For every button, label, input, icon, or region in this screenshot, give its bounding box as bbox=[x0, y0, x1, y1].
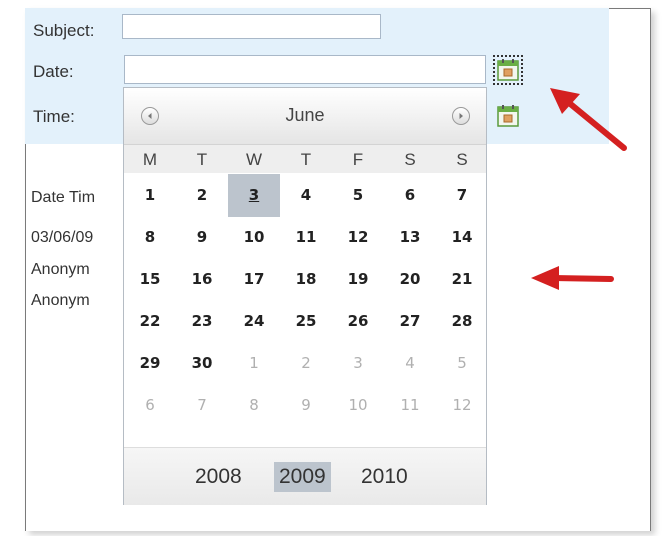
day-cell[interactable]: 30 bbox=[176, 342, 228, 385]
calendar-header: June bbox=[124, 88, 486, 145]
subject-input[interactable] bbox=[122, 14, 381, 39]
day-cell[interactable]: 29 bbox=[124, 342, 176, 385]
day-cell[interactable]: 18 bbox=[280, 258, 332, 301]
arrow-pointer-icon bbox=[550, 88, 627, 151]
day-cell[interactable]: 13 bbox=[384, 216, 436, 259]
day-cell[interactable]: 10 bbox=[228, 216, 280, 259]
day-cell-selected[interactable]: 3 bbox=[228, 174, 280, 217]
day-cell[interactable]: 28 bbox=[436, 300, 488, 343]
calendar-icon bbox=[497, 105, 519, 127]
date-picker-button[interactable] bbox=[493, 55, 523, 85]
year-option-selected[interactable]: 2009 bbox=[274, 462, 331, 492]
date-label: Date: bbox=[33, 62, 74, 81]
day-cell[interactable]: 8 bbox=[124, 216, 176, 259]
day-cell[interactable]: 9 bbox=[176, 216, 228, 259]
day-cell[interactable]: 2 bbox=[176, 174, 228, 217]
chevron-right-icon bbox=[459, 113, 463, 119]
day-cell-other-month[interactable]: 8 bbox=[228, 384, 280, 427]
day-cell[interactable]: 12 bbox=[332, 216, 384, 259]
day-cell[interactable]: 4 bbox=[280, 174, 332, 217]
year-selector: 2008 2009 2010 bbox=[124, 447, 486, 505]
year-option[interactable]: 2010 bbox=[356, 462, 413, 492]
calendar-popup: June MTWTFSS 1 2 3 4 5 6 7 8 9 10 11 12 13 14 15 16 17 18… bbox=[123, 87, 487, 505]
date-input[interactable] bbox=[124, 55, 486, 84]
day-cell-other-month[interactable]: 10 bbox=[332, 384, 384, 427]
day-cell[interactable]: 20 bbox=[384, 258, 436, 301]
day-cell[interactable]: 6 bbox=[384, 174, 436, 217]
weekday-label: M bbox=[142, 150, 158, 169]
day-cell[interactable]: 19 bbox=[332, 258, 384, 301]
day-cell[interactable]: 27 bbox=[384, 300, 436, 343]
year-option[interactable]: 2008 bbox=[190, 462, 247, 492]
day-cell[interactable]: 26 bbox=[332, 300, 384, 343]
day-cell-other-month[interactable]: 4 bbox=[384, 342, 436, 385]
day-cell-other-month[interactable]: 3 bbox=[332, 342, 384, 385]
weekday-label: F bbox=[352, 150, 364, 169]
detail-header: Date Tim bbox=[31, 189, 96, 206]
day-cell[interactable]: 5 bbox=[332, 174, 384, 217]
weekday-header: MTWTFSS bbox=[124, 145, 486, 173]
weekday-label: S bbox=[456, 150, 468, 169]
day-cell-other-month[interactable]: 2 bbox=[280, 342, 332, 385]
detail-author: Anonym bbox=[31, 292, 90, 309]
day-cell[interactable]: 17 bbox=[228, 258, 280, 301]
month-title: June bbox=[285, 105, 325, 125]
time-label: Time: bbox=[33, 107, 75, 126]
day-cell[interactable]: 11 bbox=[280, 216, 332, 259]
day-cell[interactable]: 14 bbox=[436, 216, 488, 259]
time-picker-button[interactable] bbox=[496, 104, 520, 128]
day-cell[interactable]: 24 bbox=[228, 300, 280, 343]
day-cell-other-month[interactable]: 7 bbox=[176, 384, 228, 427]
day-cell[interactable]: 15 bbox=[124, 258, 176, 301]
detail-author: Anonym bbox=[31, 261, 90, 278]
day-cell[interactable]: 16 bbox=[176, 258, 228, 301]
next-month-button[interactable] bbox=[452, 107, 470, 125]
day-cell-other-month[interactable]: 6 bbox=[124, 384, 176, 427]
day-cell-other-month[interactable]: 5 bbox=[436, 342, 488, 385]
detail-date: 03/06/09 bbox=[31, 229, 94, 246]
subject-label: Subject: bbox=[33, 21, 95, 40]
weekday-label: S bbox=[404, 150, 416, 169]
weekday-label: W bbox=[245, 150, 263, 169]
day-cell[interactable]: 21 bbox=[436, 258, 488, 301]
arrow-pointer-icon bbox=[531, 266, 614, 290]
day-cell-other-month[interactable]: 11 bbox=[384, 384, 436, 427]
weekday-label: T bbox=[300, 150, 312, 169]
day-cell[interactable]: 25 bbox=[280, 300, 332, 343]
calendar-icon bbox=[497, 59, 519, 81]
day-cell[interactable]: 1 bbox=[124, 174, 176, 217]
day-cell-other-month[interactable]: 9 bbox=[280, 384, 332, 427]
day-cell-other-month[interactable]: 1 bbox=[228, 342, 280, 385]
day-cell[interactable]: 22 bbox=[124, 300, 176, 343]
day-cell[interactable]: 7 bbox=[436, 174, 488, 217]
weekday-label: T bbox=[196, 150, 208, 169]
day-cell[interactable]: 23 bbox=[176, 300, 228, 343]
day-cell-other-month[interactable]: 12 bbox=[436, 384, 488, 427]
